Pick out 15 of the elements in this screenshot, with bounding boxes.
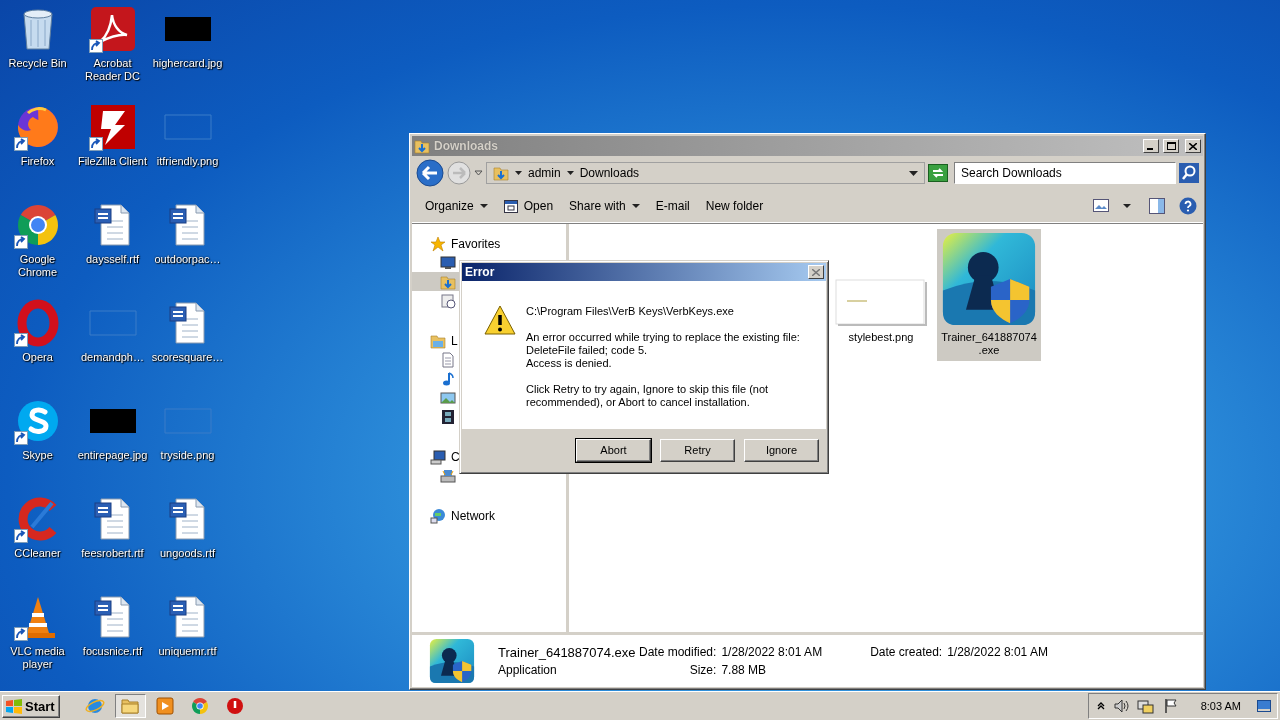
detail-value: 7.88 MB [721, 663, 768, 677]
dialog-title: Error [465, 265, 496, 279]
detail-label: Date created: [870, 645, 943, 659]
error-message: An error occurred while trying to replace the existing file: [526, 331, 800, 344]
detail-value: 1/28/2022 8:01 AM [947, 645, 1048, 659]
file-path: C:\Program Files\VerB Keys\VerbKeys.exe [526, 305, 735, 318]
detail-value: 1/28/2022 8:01 AM [721, 645, 823, 659]
file-name: Trainer_641887074.exe [498, 644, 634, 660]
window-title: Downloads [434, 139, 499, 153]
detail-label: Size: [688, 663, 717, 677]
detail-label: Date modified: [639, 645, 717, 659]
file-type: Application [498, 663, 558, 677]
error-message: Access is denied. [526, 357, 613, 370]
error-message: DeleteFile failed; code 5. [526, 344, 649, 357]
instruction-text: Click Retry to try again, Ignore to skip this file (not recommended), or Abort to cancel installation. [526, 383, 770, 409]
